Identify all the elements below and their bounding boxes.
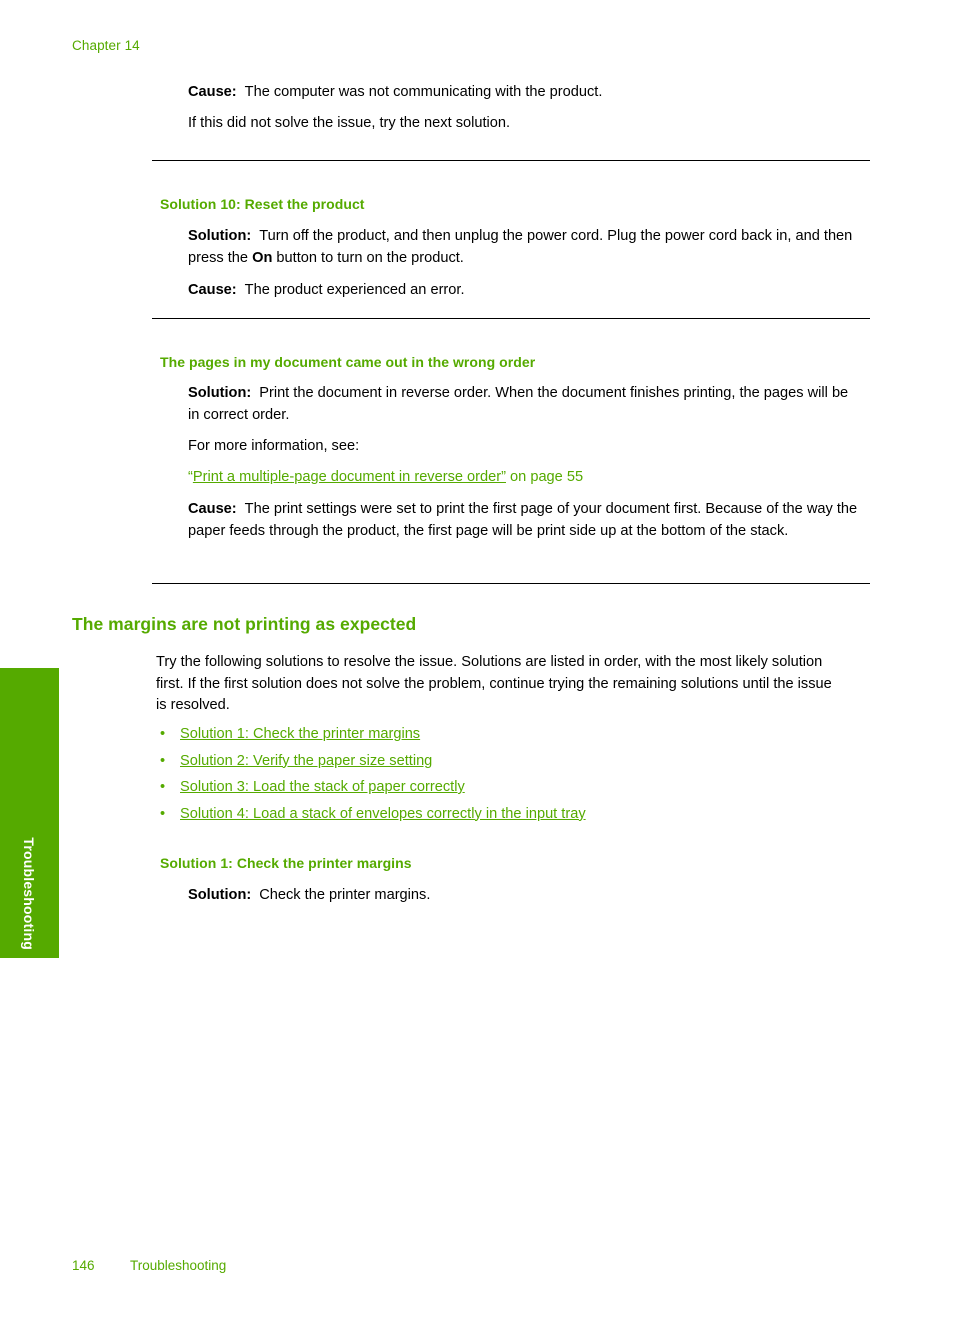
document-page: Chapter 14 Troubleshooting Cause: The com… [0,0,954,1321]
side-thumb-tab: Troubleshooting [0,668,59,958]
solution-text-part-2: button to turn on the product. [272,249,464,266]
link-solution-2[interactable]: Solution 2: Verify the paper size settin… [180,753,432,769]
cause-label: Cause: [188,84,237,100]
bullet-icon: • [160,779,166,795]
wrong-order-solution-paragraph: Solution: Print the document in reverse o… [188,383,850,426]
section-divider-2 [152,318,870,319]
side-thumb-tab-label: Troubleshooting [21,837,38,950]
cause-paragraph-previous: Cause: The computer was not communicating… [188,82,870,104]
heading-solution-1: Solution 1: Check the printer margins [160,855,412,871]
cause-text: The print settings were set to print the… [188,501,858,539]
solution-1-solution-paragraph: Solution: Check the printer margins. [188,885,870,907]
heading-solution-10: Solution 10: Reset the product [160,196,365,212]
xref-link-reverse-order[interactable]: “Print a multiple-page document in rever… [188,469,506,485]
footer-section-name: Troubleshooting [130,1258,227,1273]
cause-text: The product experienced an error. [244,282,465,298]
cause-label: Cause: [188,282,237,298]
list-item: • Solution 4: Load a stack of envelopes … [152,801,852,828]
followup-paragraph-previous: If this did not solve the issue, try the… [188,115,511,131]
chapter-header: Chapter 14 [72,38,140,53]
on-button-term: On [252,249,273,266]
bullet-icon: • [160,752,166,769]
link-solution-1[interactable]: Solution 1: Check the printer margins [180,726,420,742]
link-solution-3[interactable]: Solution 3: Load the stack of paper corr… [180,779,465,795]
link-solution-4[interactable]: Solution 4: Load a stack of envelopes co… [180,806,586,822]
cause-text: The computer was not communicating with … [244,84,603,100]
footer-page-number: 146 [72,1258,95,1273]
margins-solution-list: • Solution 1: Check the printer margins … [152,721,852,827]
wrong-order-cause-paragraph: Cause: The print settings were set to pri… [188,499,864,542]
wrong-order-xref-paragraph: “Print a multiple-page document in rever… [188,467,870,489]
heading-margins-not-printing: The margins are not printing as expected [72,614,417,634]
cause-label: Cause: [188,501,237,517]
solution-10-solution-paragraph: Solution: Turn off the product, and then … [188,226,870,269]
solution-10-cause-paragraph: Cause: The product experienced an error. [188,280,870,302]
bullet-icon: • [160,726,166,742]
solution-label: Solution: [188,385,252,401]
solution-label: Solution: [188,887,252,903]
list-item: • Solution 2: Verify the paper size sett… [152,748,852,775]
list-item: • Solution 1: Check the printer margins [152,721,852,748]
solution-text: Print the document in reverse order. Whe… [188,385,849,423]
list-item: • Solution 3: Load the stack of paper co… [152,774,852,801]
wrong-order-more-info: For more information, see: [188,438,360,454]
xref-link-text: Print a multiple-page document in revers… [192,469,506,485]
margins-intro-paragraph: Try the following solutions to resolve t… [156,654,832,713]
xref-page-suffix: on page 55 [505,469,584,485]
solution-label: Solution: [188,228,252,244]
heading-wrong-order: The pages in my document came out in the… [160,354,536,370]
page-footer: 146 Troubleshooting [72,1258,226,1273]
section-divider-1 [152,160,870,161]
solution-text: Check the printer margins. [259,887,431,903]
bullet-icon: • [160,805,166,822]
section-divider-3 [152,583,870,584]
